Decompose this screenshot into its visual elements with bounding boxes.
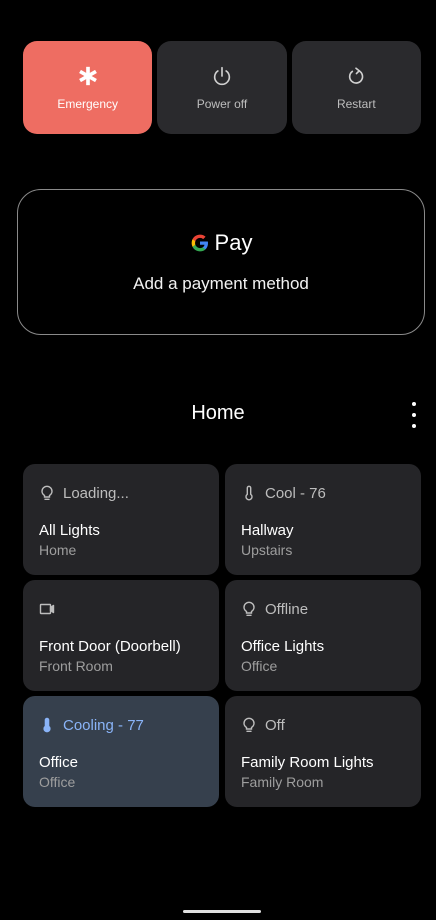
control-tile-office-thermostat[interactable]: Cooling - 77 Office Office	[23, 696, 219, 807]
control-status	[39, 598, 203, 620]
gesture-nav-handle[interactable]	[183, 910, 261, 913]
control-tile-family-room-lights[interactable]: Off Family Room Lights Family Room	[225, 696, 421, 807]
power-off-label: Power off	[196, 96, 248, 111]
control-title: Family Room Lights	[241, 754, 374, 771]
control-title: Office Lights	[241, 638, 325, 655]
add-payment-method-label: Add a payment method	[133, 274, 309, 293]
control-title: Office	[39, 754, 78, 771]
control-status: Loading...	[39, 482, 203, 504]
gpay-logo-text: Pay	[214, 230, 253, 255]
lightbulb-icon	[243, 601, 255, 617]
power-menu-screen: Emergency Power off Restart Pay Add a pa…	[0, 0, 436, 920]
controls-grid: Loading... All Lights Home Cool - 76 Hal…	[23, 464, 421, 807]
control-tile-all-lights[interactable]: Loading... All Lights Home	[23, 464, 219, 575]
control-tile-front-door[interactable]: Front Door (Doorbell) Front Room	[23, 580, 219, 691]
control-status-text: Cooling - 77	[63, 716, 144, 734]
control-subtitle: Front Room	[39, 658, 113, 674]
restart-label: Restart	[336, 96, 376, 111]
restart-button[interactable]: Restart	[291, 41, 421, 134]
control-tile-hallway[interactable]: Cool - 76 Hallway Upstairs	[225, 464, 421, 575]
control-status: Cool - 76	[241, 482, 405, 504]
more-options-icon[interactable]	[408, 402, 420, 428]
power-off-button[interactable]: Power off	[157, 41, 287, 134]
control-status: Cooling - 77	[39, 714, 203, 736]
control-status: Off	[241, 714, 405, 736]
control-status-text: Off	[265, 716, 285, 734]
control-subtitle: Office	[241, 658, 278, 674]
control-subtitle: Upstairs	[241, 542, 293, 558]
power-actions-row: Emergency Power off Restart	[23, 41, 421, 134]
thermometer-icon	[245, 485, 253, 501]
structure-title: Home	[191, 402, 245, 424]
restart-icon	[349, 66, 364, 84]
control-status: Offline	[241, 598, 405, 620]
control-subtitle: Office	[39, 774, 76, 790]
emergency-button[interactable]: Emergency	[23, 41, 153, 134]
control-status-text: Offline	[265, 600, 309, 618]
control-subtitle: Family Room	[241, 774, 324, 790]
control-tile-office-lights[interactable]: Offline Office Lights Office	[225, 580, 421, 691]
thermometer-icon	[43, 717, 51, 733]
emergency-label: Emergency	[57, 96, 119, 111]
lightbulb-icon	[41, 485, 53, 501]
control-status-text: Cool - 76	[265, 484, 326, 502]
control-title: All Lights	[39, 522, 100, 539]
lightbulb-icon	[243, 717, 255, 733]
gpay-logo: Pay	[190, 230, 253, 256]
power-icon	[213, 66, 231, 85]
control-title: Hallway	[241, 522, 294, 539]
control-title: Front Door (Doorbell)	[39, 638, 181, 655]
control-subtitle: Home	[39, 542, 77, 558]
control-status-text: Loading...	[63, 484, 129, 502]
camera-icon	[39, 603, 55, 615]
asterisk-icon	[78, 66, 97, 85]
gpay-card[interactable]: Pay Add a payment method	[17, 189, 425, 335]
google-g-icon	[191, 234, 208, 252]
